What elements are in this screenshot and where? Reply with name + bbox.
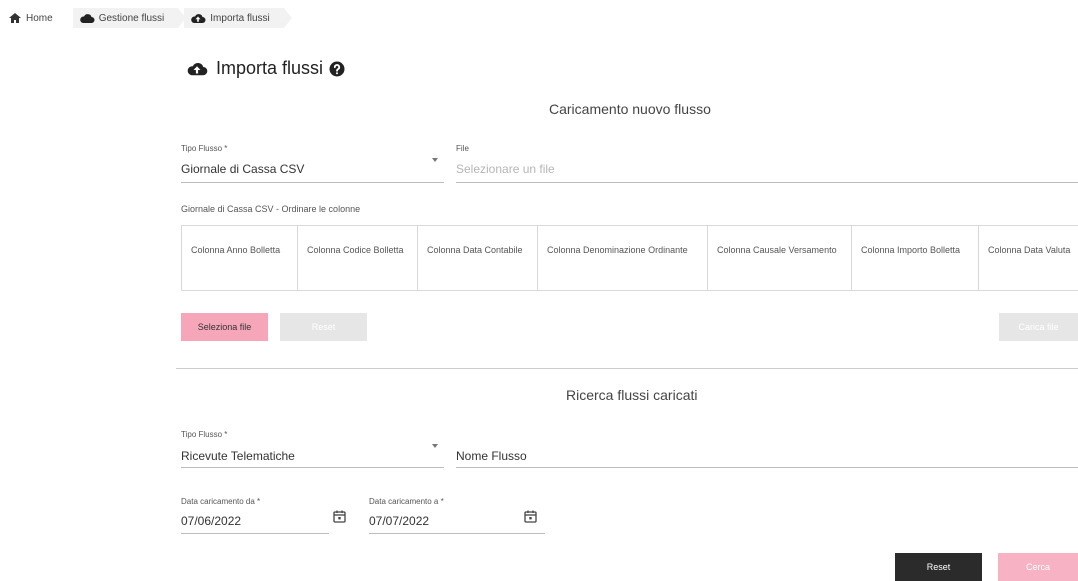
upload-tipo-flusso-label: Tipo Flusso *: [181, 144, 228, 153]
upload-reset-button[interactable]: Reset: [280, 313, 367, 341]
upload-file-input[interactable]: Selezionare un file: [456, 162, 555, 176]
column-item[interactable]: Colonna Data Valuta: [979, 226, 1078, 290]
home-icon: [9, 13, 21, 23]
search-tipo-flusso-label: Tipo Flusso *: [181, 430, 228, 439]
search-reset-button[interactable]: Reset: [895, 553, 982, 581]
breadcrumb-importa-label: Importa flussi: [210, 12, 270, 24]
date-to-underline: [369, 533, 545, 534]
column-item[interactable]: Colonna Importo Bolletta: [852, 226, 979, 290]
section-divider: [176, 368, 1078, 369]
breadcrumb-home-label: Home: [26, 12, 53, 24]
cloud-upload-icon: [191, 13, 206, 23]
column-item[interactable]: Colonna Data Contabile: [418, 226, 538, 290]
upload-file-button[interactable]: Carica file: [999, 313, 1078, 341]
cloud-upload-icon: [187, 62, 208, 75]
column-item[interactable]: Colonna Denominazione Ordinante: [538, 226, 708, 290]
breadcrumb: Home Gestione flussi Importa flussi: [8, 8, 293, 28]
date-from-input[interactable]: 07/06/2022: [181, 514, 241, 528]
page-title: Importa flussi: [186, 58, 353, 79]
chevron-down-icon[interactable]: [432, 158, 438, 162]
upload-tipo-flusso-select[interactable]: Giornale di Cassa CSV: [181, 162, 304, 176]
search-tipo-underline: [181, 467, 444, 468]
page-title-text: Importa flussi: [216, 58, 324, 78]
nome-flusso-input[interactable]: Nome Flusso: [456, 449, 527, 463]
breadcrumb-gestione-flussi[interactable]: Gestione flussi: [72, 8, 186, 28]
select-file-button[interactable]: Seleziona file: [181, 313, 268, 341]
date-from-label: Data caricamento da *: [181, 497, 261, 506]
calendar-icon[interactable]: [524, 510, 537, 523]
column-item[interactable]: Colonna Anno Bolletta: [182, 226, 298, 290]
chevron-down-icon[interactable]: [432, 444, 438, 448]
nome-flusso-underline: [456, 467, 1078, 468]
upload-section-title: Caricamento nuovo flusso: [549, 101, 711, 117]
calendar-icon[interactable]: [333, 510, 346, 523]
search-tipo-flusso-select[interactable]: Ricevute Telematiche: [181, 449, 295, 463]
breadcrumb-home[interactable]: Home: [8, 8, 67, 28]
date-from-underline: [181, 533, 329, 534]
date-to-label: Data caricamento a *: [369, 497, 444, 506]
search-button[interactable]: Cerca: [998, 553, 1078, 581]
column-item[interactable]: Colonna Codice Bolletta: [298, 226, 418, 290]
upload-file-underline: [456, 182, 1078, 183]
column-item[interactable]: Colonna Causale Versamento: [708, 226, 852, 290]
breadcrumb-gestione-label: Gestione flussi: [98, 12, 165, 24]
breadcrumb-importa-flussi[interactable]: Importa flussi: [184, 8, 293, 28]
search-section-title: Ricerca flussi caricati: [566, 387, 698, 403]
column-order-list: Colonna Anno Bolletta Colonna Codice Bol…: [181, 225, 1078, 291]
column-order-hint: Giornale di Cassa CSV - Ordinare le colo…: [181, 204, 361, 214]
cloud-icon: [79, 13, 95, 23]
upload-tipo-underline: [181, 182, 444, 183]
date-to-input[interactable]: 07/07/2022: [369, 514, 429, 528]
help-icon[interactable]: [329, 61, 345, 77]
upload-file-label: File: [456, 144, 469, 153]
